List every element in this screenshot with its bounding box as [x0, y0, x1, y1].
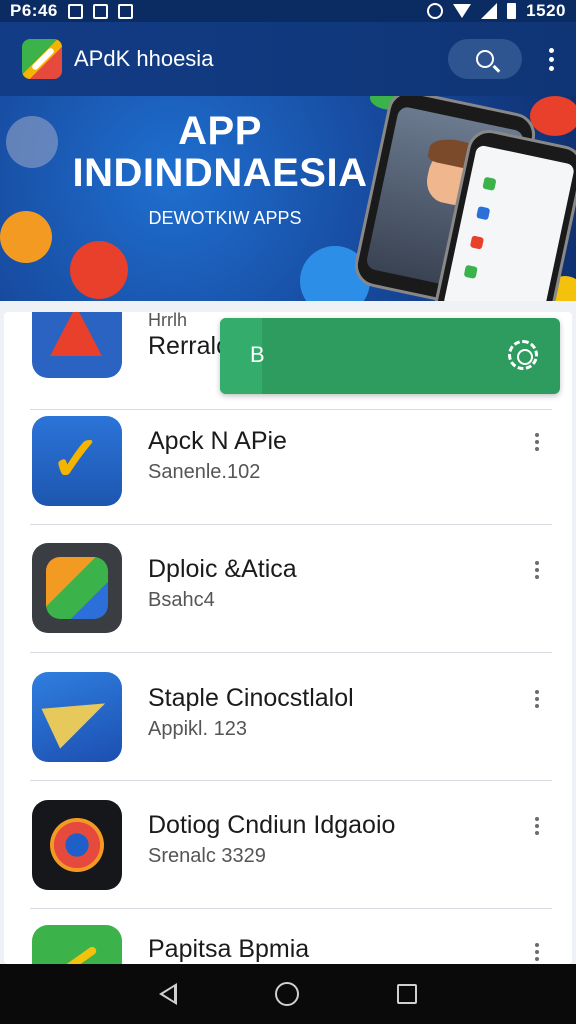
more-vert-icon[interactable]: [534, 817, 540, 835]
banner-title-line2: INDINDNAESIA: [72, 151, 368, 195]
banner-subtitle: DEWOTKIW APPS: [148, 208, 302, 228]
list-item[interactable]: Apck N APie Sanenle.102: [4, 397, 572, 525]
app-meta: Bsahc4: [148, 589, 215, 611]
app-bar: APdK hhoesia: [0, 22, 576, 96]
app-icon: [32, 800, 122, 890]
list-item[interactable]: Dploic &Atica Bsahc4: [4, 525, 572, 653]
signal-icon: [481, 3, 498, 19]
more-vert-icon[interactable]: [548, 47, 554, 71]
promo-banner[interactable]: APP INDINDNAESIA DEWOTKIW APPS: [0, 96, 576, 301]
search-button[interactable]: [448, 39, 522, 79]
app-title: APdK hhoesia: [74, 46, 214, 71]
notification-icon: [92, 3, 108, 19]
decor-bubble: [70, 241, 128, 299]
back-icon[interactable]: [159, 983, 177, 1005]
recents-icon[interactable]: [397, 984, 417, 1004]
app-icon: [32, 543, 122, 633]
status-time: P6:46: [10, 1, 58, 20]
status-bar: P6:46 1520: [0, 0, 576, 22]
app-icon: [32, 416, 122, 506]
search-icon: [476, 50, 494, 68]
more-vert-icon[interactable]: [534, 433, 540, 451]
app-icon: [32, 672, 122, 762]
list-item[interactable]: Papitsa Bpmia: [4, 909, 572, 964]
gear-icon[interactable]: [508, 340, 538, 370]
app-name: Papitsa Bpmia: [148, 935, 310, 963]
wifi-icon: [453, 4, 472, 18]
action-card[interactable]: B: [220, 318, 560, 394]
banner-title: APP INDINDNAESIA: [50, 110, 390, 194]
app-list: Hrrlh Rerralc Apck N APie Sanenle.102 Dp…: [4, 312, 572, 964]
home-icon[interactable]: [275, 982, 299, 1006]
app-meta: Appikl. 123: [148, 718, 247, 740]
list-item[interactable]: Dotiog Cndiun Idgaoio Srenalc 3329: [4, 781, 572, 909]
decor-bubble: [530, 96, 576, 136]
battery-icon: [507, 3, 517, 19]
app-icon: [32, 925, 122, 964]
list-item[interactable]: Staple Cinocstlalol Appikl. 123: [4, 653, 572, 781]
system-nav-bar: [0, 964, 576, 1024]
app-meta: Sanenle.102: [148, 461, 261, 483]
more-vert-icon[interactable]: [534, 943, 540, 961]
app-meta: Srenalc 3329: [148, 845, 266, 867]
status-clock-right: 1520: [526, 1, 566, 20]
app-meta: Hrrlh: [148, 312, 187, 330]
app-icon: [32, 312, 122, 378]
action-card-label: B: [250, 342, 265, 367]
app-name: Dploic &Atica: [148, 555, 297, 583]
banner-title-line1: APP: [178, 109, 262, 153]
notification-icon: [117, 3, 133, 19]
more-vert-icon[interactable]: [534, 690, 540, 708]
notification-icon: [67, 3, 83, 19]
app-name: Apck N APie: [148, 427, 287, 455]
app-name: Dotiog Cndiun Idgaoio: [148, 811, 396, 839]
more-vert-icon[interactable]: [534, 561, 540, 579]
alarm-icon: [427, 3, 444, 19]
app-name: Staple Cinocstlalol: [148, 684, 354, 712]
decor-bubble: [0, 211, 52, 263]
app-name: Rerralc: [148, 332, 229, 360]
app-logo-icon: [22, 39, 62, 79]
